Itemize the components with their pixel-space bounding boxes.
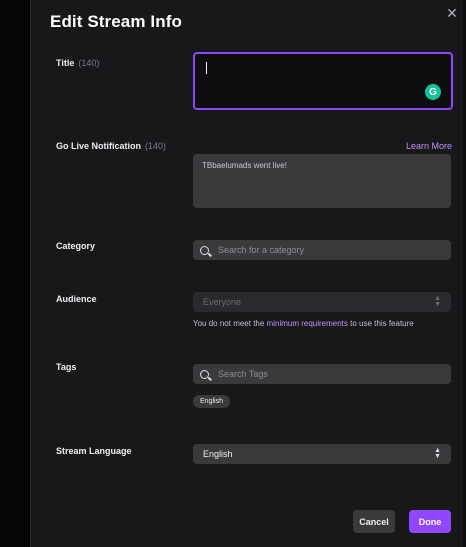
cancel-button[interactable]: Cancel [353, 510, 395, 533]
close-icon[interactable]: ✕ [445, 6, 459, 20]
category-label: Category [56, 241, 96, 251]
select-arrows-icon: ▲ ▼ [434, 447, 441, 460]
select-arrows-icon: ▲ ▼ [434, 295, 441, 308]
title-label: Title [56, 58, 75, 68]
category-search-input[interactable]: Search for a category [193, 240, 451, 260]
hint-text-after: to use this feature [347, 319, 414, 328]
audience-value: Everyone [203, 297, 242, 307]
audience-hint: You do not meet the minimum requirements… [193, 317, 451, 330]
title-char-count: (140) [78, 58, 100, 68]
edit-stream-info-modal: ✕ Edit Stream Info Title (140) G Go Live … [30, 0, 463, 547]
notification-label-row: Go Live Notification (140) [56, 141, 166, 151]
minimum-requirements-link[interactable]: minimum requirements [267, 319, 348, 328]
notification-label: Go Live Notification [56, 141, 142, 151]
modal-title: Edit Stream Info [50, 12, 182, 31]
stream-language-label: Stream Language [56, 446, 132, 456]
search-icon [200, 369, 209, 379]
tags-label: Tags [56, 362, 77, 372]
grammarly-icon[interactable]: G [425, 84, 441, 100]
title-label-row: Title (140) [56, 58, 99, 68]
stream-language-value: English [203, 449, 233, 459]
page-backdrop [0, 0, 30, 547]
text-caret [206, 62, 207, 74]
hint-text-before: You do not meet the [193, 319, 267, 328]
learn-more-link[interactable]: Learn More [406, 141, 452, 151]
done-button[interactable]: Done [409, 510, 451, 533]
title-input[interactable]: G [193, 52, 453, 110]
audience-label: Audience [56, 294, 97, 304]
notification-text: TBbaelumads went live! [202, 161, 287, 170]
search-icon [200, 245, 209, 255]
notification-textarea[interactable]: TBbaelumads went live! [193, 154, 451, 208]
category-placeholder: Search for a category [218, 245, 305, 255]
stream-language-select[interactable]: English ▲ ▼ [193, 444, 451, 464]
notification-char-count: (140) [145, 141, 167, 151]
tags-placeholder: Search Tags [218, 369, 268, 379]
tag-chip-english[interactable]: English [193, 395, 230, 408]
audience-select[interactable]: Everyone ▲ ▼ [193, 292, 451, 312]
grammarly-glyph: G [429, 86, 437, 98]
tags-search-input[interactable]: Search Tags [193, 364, 451, 384]
